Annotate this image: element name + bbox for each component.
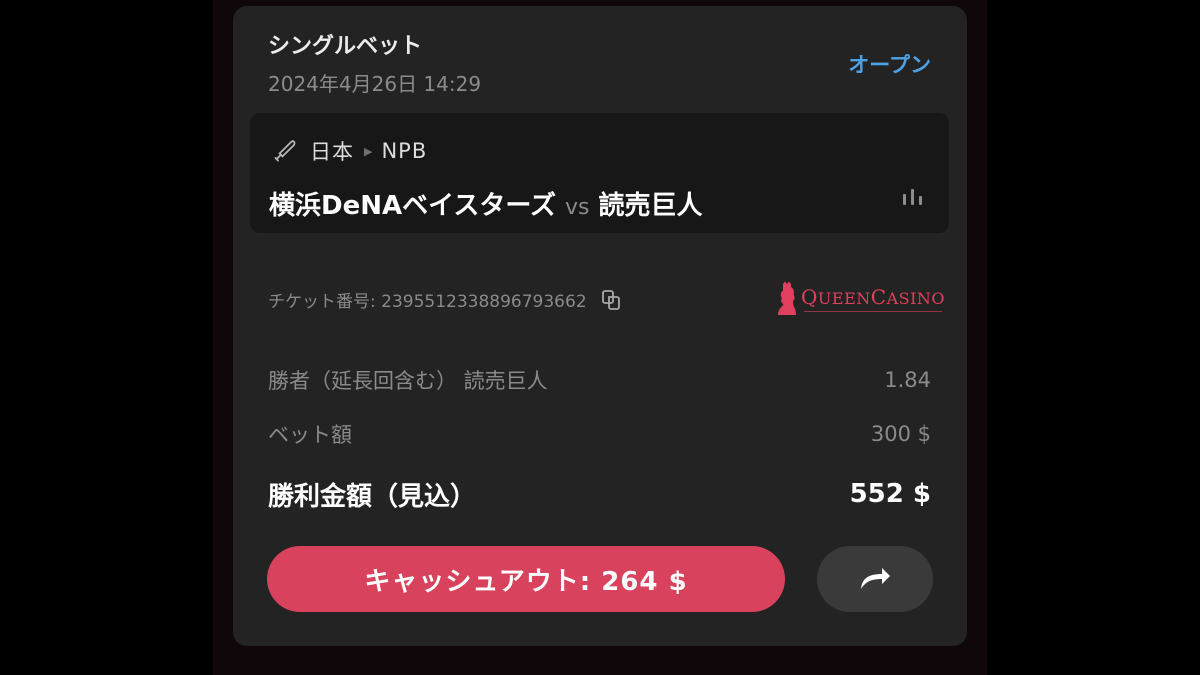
ticket-number: チケット番号: 2395512338896793662 bbox=[268, 287, 623, 312]
bet-type-title: シングルベット bbox=[268, 34, 423, 59]
event-league: NPB bbox=[381, 139, 428, 163]
bet-status-badge: オープン bbox=[848, 53, 931, 77]
selection-odds: 1.84 bbox=[884, 368, 931, 392]
copy-icon[interactable] bbox=[599, 288, 623, 312]
stake-value: 300 $ bbox=[870, 422, 931, 446]
home-team: 横浜DeNAベイスターズ bbox=[269, 191, 557, 221]
brand-logo: QUEENCASINO bbox=[776, 278, 945, 318]
stake-label: ベット額 bbox=[268, 423, 352, 447]
queen-silhouette-icon bbox=[778, 281, 796, 315]
breadcrumb-separator-icon: ▶ bbox=[364, 144, 373, 158]
baseball-bat-icon bbox=[274, 140, 296, 162]
versus-label: vs bbox=[565, 195, 590, 220]
share-button[interactable] bbox=[817, 546, 933, 612]
bar-chart-icon[interactable] bbox=[901, 187, 925, 207]
selection-label: 勝者（延長回含む） 読売巨人 bbox=[268, 369, 548, 393]
payout-row: 勝利金額（見込） 552 $ bbox=[268, 476, 931, 512]
brand-underline bbox=[804, 310, 942, 312]
selection-row: 勝者（延長回含む） 読売巨人 1.84 bbox=[268, 365, 931, 395]
event-panel[interactable]: 日本 ▶ NPB 横浜DeNAベイスターズ vs 読売巨人 bbox=[250, 113, 949, 233]
brand-name: QUEENCASINO bbox=[801, 284, 946, 309]
cashout-button[interactable]: キャッシュアウト: 264 $ bbox=[267, 546, 785, 612]
event-country: 日本 bbox=[310, 140, 354, 164]
share-arrow-icon bbox=[861, 568, 890, 589]
stake-row: ベット額 300 $ bbox=[268, 419, 931, 449]
bet-card: シングルベット 2024年4月26日 14:29 オープン 日本 ▶ NPB 横… bbox=[233, 6, 967, 646]
event-matchup: 横浜DeNAベイスターズ vs 読売巨人 bbox=[269, 185, 703, 222]
away-team: 読売巨人 bbox=[598, 191, 703, 221]
payout-value: 552 $ bbox=[849, 479, 931, 509]
payout-label: 勝利金額（見込） bbox=[268, 481, 477, 512]
bet-datetime: 2024年4月26日 14:29 bbox=[268, 72, 482, 96]
brand-wordmark: QUEENCASINO bbox=[801, 285, 945, 312]
ticket-number-text: チケット番号: 2395512338896793662 bbox=[268, 292, 587, 312]
event-breadcrumb: 日本 ▶ NPB bbox=[272, 136, 427, 166]
